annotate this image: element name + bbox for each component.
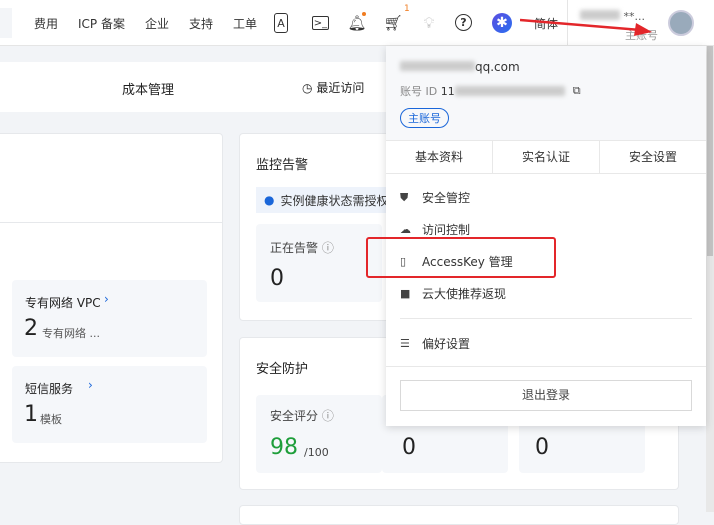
sliders-icon: ☰ [400,337,410,350]
menu-referral[interactable]: ■ 云大使推荐返现 [400,285,506,302]
clock-icon: ◷ [302,81,313,95]
book-icon: ■ [400,287,411,300]
tab-security-settings[interactable]: 安全设置 [600,141,706,173]
logout-button[interactable]: 退出登录 [400,380,692,411]
menu-security-control[interactable]: ⛊ 安全管控 [400,189,470,206]
tab-verification[interactable]: 实名认证 [493,141,600,173]
scrollbar[interactable] [706,46,714,512]
red-arrow-annotation [520,18,652,36]
nav-icp[interactable]: ICP 备案 [78,0,125,46]
info-icon: ● [264,193,275,207]
help-icon[interactable]: ? [455,14,472,31]
highlight-annotation [366,237,556,278]
tile-sms[interactable]: 短信服务 › 1 模板 [12,366,207,443]
info-icon: ⓘ [321,241,334,255]
score-tile[interactable]: 安全评分 ⓘ 98 /100 [256,395,382,473]
cost-management-link[interactable]: 成本管理 [122,79,174,98]
account-email: qq.com [400,60,520,74]
nav-billing[interactable]: 费用 [34,0,58,46]
nav-ticket[interactable]: 工单 [233,0,257,46]
chevron-right-icon: › [104,292,109,306]
copy-icon[interactable]: ⧉ [573,84,581,98]
main-account-badge: 主账号 [400,108,449,128]
resources-card: 专有网络 VPC › 2 专有网络 ... 短信服务 › 1 模板 [0,133,223,463]
bell-icon[interactable]: 🔔︎ [347,13,367,33]
api-icon[interactable]: A [274,13,288,33]
nav-enterprise[interactable]: 企业 [145,0,169,46]
tile-vpc[interactable]: 专有网络 VPC › 2 专有网络 ... [12,280,207,357]
recent-visits[interactable]: ◷ 最近访问 [302,79,364,96]
cart-count: 1 [404,4,410,14]
menu-preferences[interactable]: ☰ 偏好设置 [400,335,470,352]
cart-icon[interactable]: 🛒︎ [383,13,403,33]
chevron-right-icon: › [88,378,93,392]
tab-basic-info[interactable]: 基本资料 [386,141,493,173]
notification-dot [362,12,366,16]
top-navbar: 费用 ICP 备案 企业 支持 工单 A >_ 🔔︎ 🛒︎ 1 💡︎ ? ✱ 简… [0,0,714,46]
shield-icon: ⛊ [400,190,409,204]
search-input[interactable] [0,8,12,38]
nav-support[interactable]: 支持 [189,0,213,46]
app-logo-icon[interactable]: ✱ [492,13,512,33]
cloud-icon: ☁︎ [400,223,411,236]
alarm-tile[interactable]: 正在告警 ⓘ 0 [256,224,382,302]
account-id: 账号 ID 11 ⧉ [400,84,581,98]
avatar[interactable] [668,10,694,36]
lightbulb-icon[interactable]: 💡︎ [419,13,439,33]
account-dropdown: qq.com 账号 ID 11 ⧉ 主账号 基本资料 实名认证 安全设置 ⛊ 安全管… [386,46,706,426]
info-icon: ⓘ [321,409,334,423]
terminal-icon[interactable]: >_ [312,16,329,30]
menu-access-control[interactable]: ☁︎ 访问控制 [400,221,470,238]
